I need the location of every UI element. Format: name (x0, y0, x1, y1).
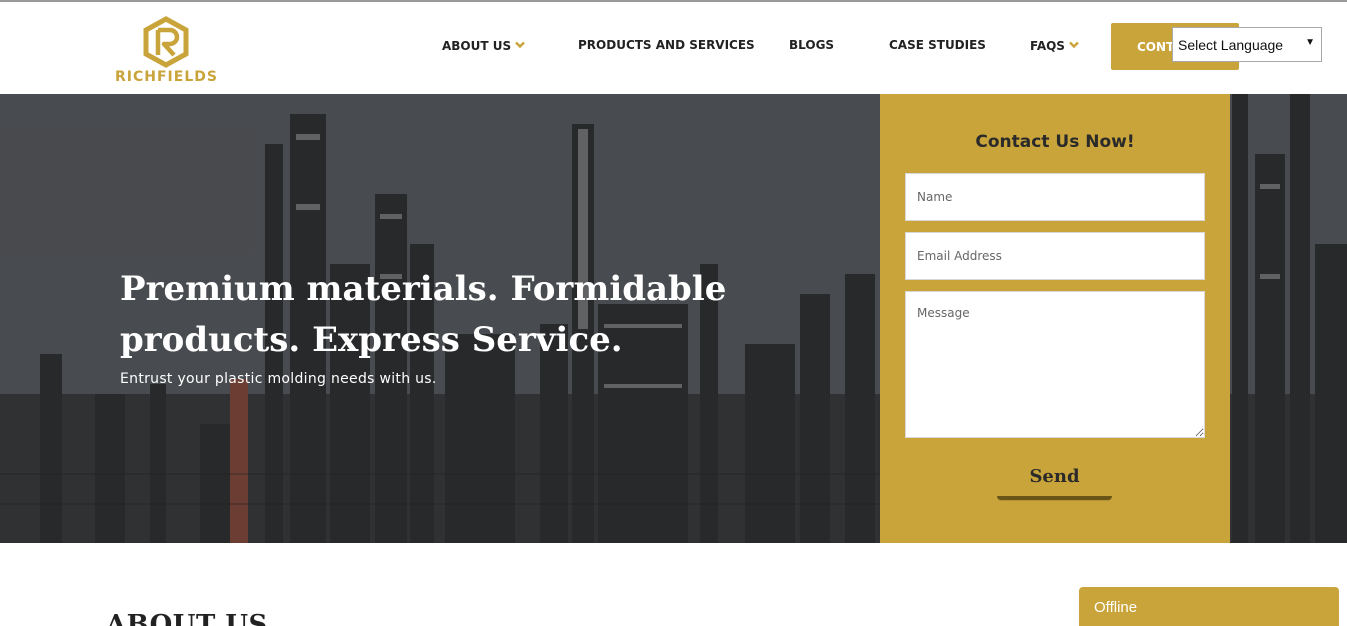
hero-title: Premium materials. Formidable products. … (120, 269, 727, 360)
contact-form-title: Contact Us Now! (975, 132, 1135, 152)
language-select-value: Select Language (1178, 37, 1284, 53)
contact-us-button-label: CONT (1137, 40, 1175, 54)
logo-hexagon-icon (143, 16, 189, 68)
nav-faqs-label: FAQS (1030, 39, 1065, 53)
richfields-logo[interactable]: RICHFIELDS (112, 16, 222, 88)
nav-blogs[interactable]: BLOGS (789, 38, 834, 52)
nav-case-studies[interactable]: CASE STUDIES (889, 38, 986, 52)
site-header: RICHFIELDS ABOUT US PRODUCTS AND SERVICE… (0, 2, 1347, 94)
nav-blogs-label: BLOGS (789, 38, 835, 52)
chevron-down-icon (1069, 38, 1079, 52)
nav-products-label: PRODUCTS AND SERVICES (578, 38, 755, 52)
nav-case-studies-label: CASE STUDIES (889, 38, 986, 52)
contact-form-panel: Contact Us Now! Send (880, 94, 1230, 543)
logo-text: RICHFIELDS (115, 69, 218, 85)
nav-faqs[interactable]: FAQS (1030, 38, 1079, 53)
send-button[interactable]: Send (997, 456, 1112, 500)
email-field[interactable] (905, 232, 1205, 280)
dropdown-arrow-icon: ▼ (1305, 37, 1315, 48)
nav-about-us[interactable]: ABOUT US (442, 38, 525, 53)
message-field[interactable] (905, 291, 1205, 438)
nav-products-and-services[interactable]: PRODUCTS AND SERVICES (578, 38, 755, 52)
chevron-down-icon (515, 38, 525, 52)
hero-subtitle: Entrust your plastic molding needs with … (120, 371, 437, 387)
name-field[interactable] (905, 173, 1205, 221)
chat-widget-tab[interactable]: Offline (1079, 587, 1339, 626)
chat-status-label: Offline (1094, 599, 1138, 616)
about-us-heading: ABOUT US (106, 610, 268, 626)
language-select[interactable]: Select Language ▼ (1172, 27, 1322, 62)
nav-about-us-label: ABOUT US (442, 39, 512, 53)
